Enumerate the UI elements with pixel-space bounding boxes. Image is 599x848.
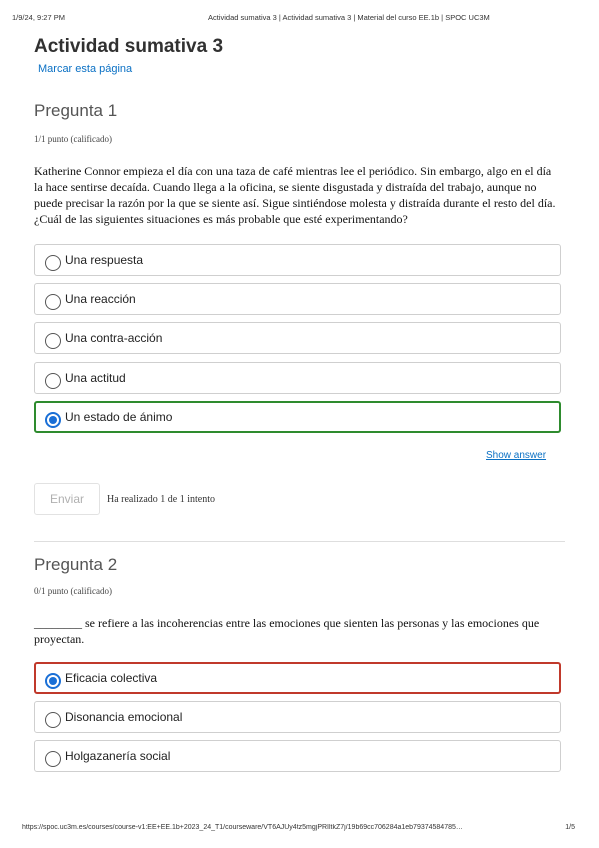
radio-dot-icon <box>49 677 57 685</box>
submit-button[interactable]: Enviar <box>34 483 100 515</box>
question-1-text: Katherine Connor empieza el día con una … <box>34 163 559 227</box>
option-label: Una actitud <box>65 371 126 385</box>
question-2-option-holgazaneria-social[interactable]: Holgazanería social <box>34 740 561 772</box>
radio-button[interactable] <box>45 255 61 271</box>
page-title: Actividad sumativa 3 <box>34 36 224 57</box>
radio-button[interactable] <box>45 294 61 310</box>
radio-button-selected[interactable] <box>45 673 61 689</box>
question-2-option-disonancia-emocional[interactable]: Disonancia emocional <box>34 701 561 733</box>
question-1-text-line: Katherine Connor empieza el día con una … <box>34 164 552 178</box>
question-1-option-una-respuesta[interactable]: Una respuesta <box>34 244 561 276</box>
radio-button[interactable] <box>45 333 61 349</box>
question-1-option-una-actitud[interactable]: Una actitud <box>34 362 561 394</box>
attempts-text: Ha realizado 1 de 1 intento <box>107 494 216 505</box>
radio-button[interactable] <box>45 373 61 389</box>
show-answer-link[interactable]: Show answer <box>486 450 546 461</box>
radio-button-selected[interactable] <box>45 412 61 428</box>
option-label: Una reacción <box>65 292 136 306</box>
question-1-text-line: ¿Cuál de las siguientes situaciones es m… <box>34 212 408 226</box>
option-label: Una contra-acción <box>65 331 163 345</box>
radio-button[interactable] <box>45 712 61 728</box>
question-1-heading: Pregunta 1 <box>34 101 118 120</box>
option-label: Holgazanería social <box>65 749 171 763</box>
question-2-heading: Pregunta 2 <box>34 555 118 574</box>
option-label: Disonancia emocional <box>65 710 183 724</box>
option-label: Un estado de ánimo <box>65 410 173 424</box>
print-header: 1/9/24, 9:27 PM Actividad sumativa 3 | A… <box>12 13 587 25</box>
print-date: 1/9/24, 9:27 PM <box>12 13 65 22</box>
print-url: https://spoc.uc3m.es/courses/course-v1:E… <box>22 824 463 831</box>
question-2-points: 0/1 punto (calificado) <box>34 586 112 596</box>
radio-dot-icon <box>49 416 57 424</box>
question-1-text-line: la hace sentirse decaída. Cuando llega a… <box>34 180 537 194</box>
option-label: Eficacia colectiva <box>65 671 158 685</box>
question-1-option-un-estado-de-animo[interactable]: Un estado de ánimo <box>34 401 561 433</box>
question-divider <box>34 541 565 542</box>
question-1-option-una-reaccion[interactable]: Una reacción <box>34 283 561 315</box>
question-2-text: ________ se refiere a las incoherencias … <box>34 615 559 647</box>
question-1-option-una-contra-accion[interactable]: Una contra-acción <box>34 322 561 354</box>
question-2-text-line: proyectan. <box>34 632 85 646</box>
question-2-text-line: ________ se refiere a las incoherencias … <box>34 616 540 630</box>
question-2-option-eficacia-colectiva[interactable]: Eficacia colectiva <box>34 662 561 694</box>
question-1-points: 1/1 punto (calificado) <box>34 134 112 144</box>
print-footer: https://spoc.uc3m.es/courses/course-v1:E… <box>22 824 587 836</box>
radio-button[interactable] <box>45 751 61 767</box>
print-page-number: 1/5 <box>565 824 575 831</box>
print-page-title: Actividad sumativa 3 | Actividad sumativ… <box>208 13 490 22</box>
question-1-text-line: puede precisar la razón por la que se si… <box>34 196 556 210</box>
option-label: Una respuesta <box>65 253 144 267</box>
bookmark-link[interactable]: Marcar esta página <box>38 63 132 75</box>
